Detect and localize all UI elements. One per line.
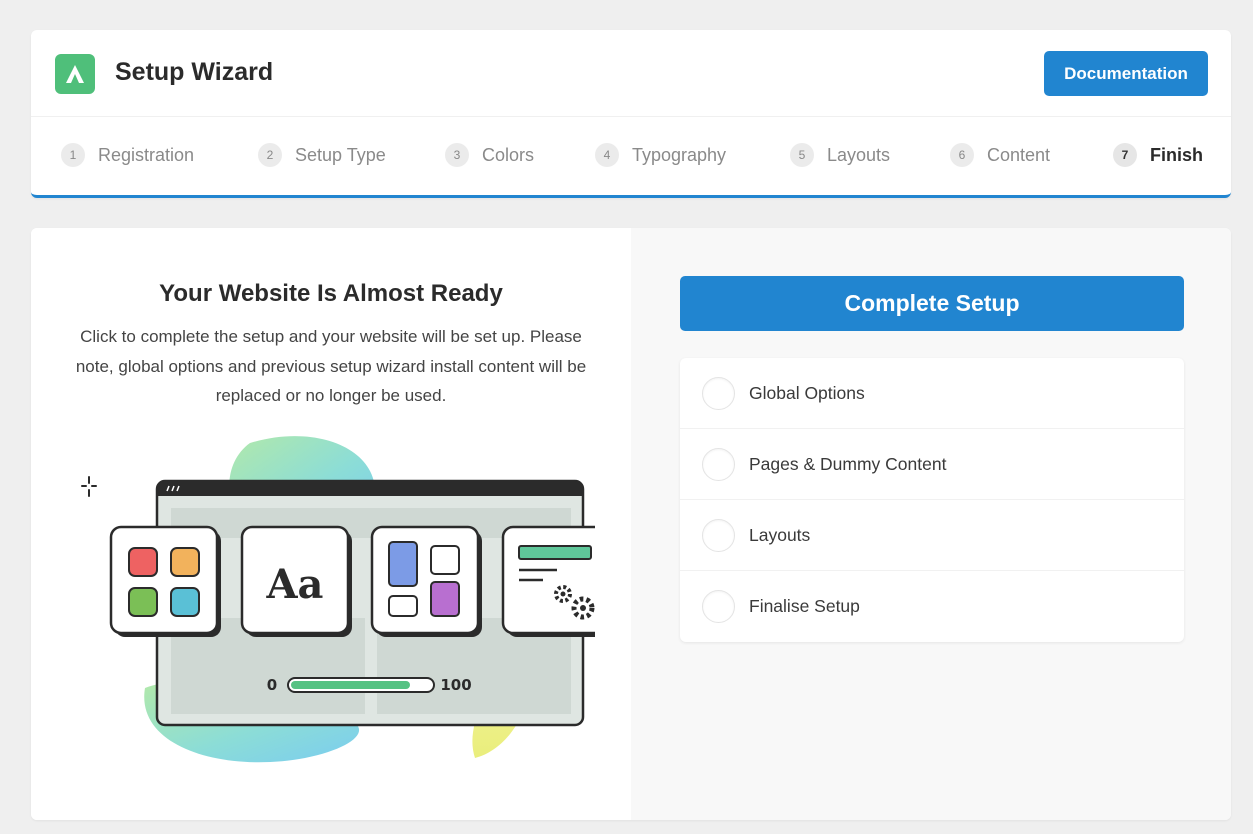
- wizard-steps: 1 Registration 2 Setup Type 3 Colors 4 T…: [31, 117, 1231, 195]
- step-label: Colors: [482, 144, 535, 165]
- documentation-button[interactable]: Documentation: [1044, 51, 1208, 96]
- website-illustration: Aa 0 100: [81, 436, 595, 763]
- header-card: Setup Wizard Documentation 1 Registratio…: [31, 30, 1231, 198]
- description-text: Click to complete the setup and your web…: [75, 327, 587, 405]
- intro-pane: Your Website Is Almost Ready Click to co…: [31, 228, 631, 820]
- logo-icon: [55, 54, 95, 94]
- step-number: 3: [445, 143, 469, 167]
- step-label: Setup Type: [295, 144, 386, 165]
- step-label: Typography: [632, 144, 727, 165]
- font-sample-text: Aa: [266, 561, 324, 608]
- step-content[interactable]: 6 Content: [950, 143, 1050, 167]
- status-circle-icon: [702, 518, 735, 552]
- progress-max-label: 100: [440, 676, 471, 694]
- step-registration[interactable]: 1 Registration: [61, 143, 194, 167]
- task-label: Layouts: [749, 524, 811, 545]
- setup-task-list: Global Options Pages & Dummy Content Lay…: [680, 358, 1184, 642]
- step-label: Layouts: [827, 144, 891, 165]
- step-colors[interactable]: 3 Colors: [445, 143, 534, 167]
- step-number: 5: [790, 143, 814, 167]
- app-title: Setup Wizard: [115, 58, 274, 86]
- step-label: Content: [987, 144, 1051, 165]
- step-finish[interactable]: 7 Finish: [1113, 143, 1203, 167]
- task-finalise-setup: Finalise Setup: [680, 571, 1184, 642]
- progress-fill: [291, 681, 410, 689]
- task-label: Global Options: [749, 382, 865, 403]
- step-label: Registration: [98, 144, 195, 165]
- status-circle-icon: [702, 590, 735, 623]
- step-number: 4: [595, 143, 619, 167]
- step-typography[interactable]: 4 Typography: [595, 143, 726, 167]
- step-number: 7: [1113, 143, 1137, 167]
- status-circle-icon: [702, 447, 735, 481]
- step-layouts[interactable]: 5 Layouts: [790, 143, 890, 167]
- step-setup-type[interactable]: 2 Setup Type: [258, 143, 386, 167]
- task-layouts: Layouts: [680, 500, 1184, 571]
- main-card: Your Website Is Almost Ready Click to co…: [31, 228, 1231, 820]
- complete-setup-button[interactable]: Complete Setup: [680, 276, 1184, 331]
- step-number: 1: [61, 143, 85, 167]
- progress-min-label: 0: [267, 676, 277, 694]
- header-bar: Setup Wizard Documentation: [31, 30, 1231, 117]
- step-number: 2: [258, 143, 282, 167]
- actions-pane: Complete Setup Global Options Pages & Du…: [631, 228, 1231, 820]
- task-label: Finalise Setup: [749, 596, 860, 616]
- task-global-options: Global Options: [680, 358, 1184, 429]
- task-label: Pages & Dummy Content: [749, 453, 947, 474]
- page-title: Your Website Is Almost Ready: [159, 280, 503, 307]
- task-pages-dummy-content: Pages & Dummy Content: [680, 429, 1184, 500]
- status-circle-icon: [702, 376, 735, 410]
- sparkle-icon: [81, 476, 97, 497]
- step-label: Finish: [1150, 144, 1203, 165]
- step-number: 6: [950, 143, 974, 167]
